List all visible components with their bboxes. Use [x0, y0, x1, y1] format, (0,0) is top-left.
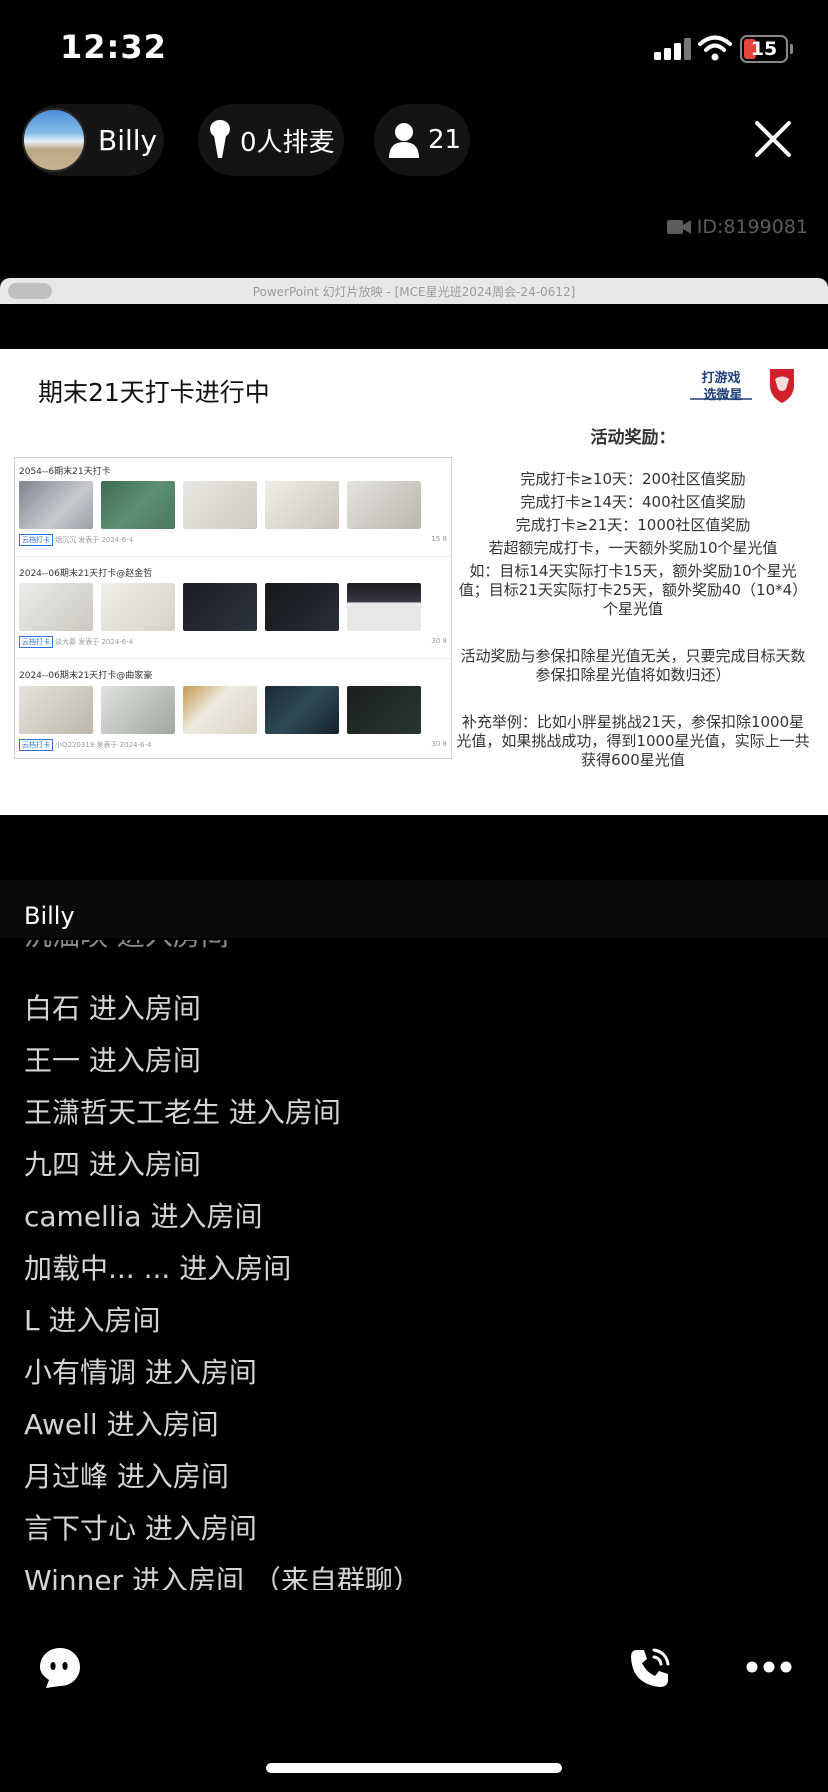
list-item: 加载中... ... 进入房间: [24, 1252, 292, 1285]
group-tag: 云档打卡: [19, 534, 53, 546]
thumbnail: [101, 481, 175, 529]
thumbnail: [183, 481, 257, 529]
reward-rules: 活动奖励： 完成打卡≥10天：200社区值奖励 完成打卡≥14天：400社区值奖…: [456, 429, 810, 770]
reward-line: 完成打卡≥21天：1000社区值奖励: [515, 516, 751, 534]
room-id-text: ID:8199081: [696, 216, 808, 238]
ppt-window-title: PowerPoint 幻灯片放映 - [MCE星光班2024周会-24-0612…: [252, 285, 576, 299]
thumbnail: [265, 583, 339, 631]
group-stats: 30 8: [431, 637, 447, 645]
phone-call-icon[interactable]: [628, 1646, 672, 1690]
checkin-screenshots: 2054--6期末21天打卡 云档打卡 烟沉沉 发表于 2024-6-4 15 …: [14, 457, 452, 759]
list-item: 九四 进入房间: [24, 1148, 201, 1181]
more-dots-icon[interactable]: [746, 1660, 792, 1674]
list-item: L 进入房间: [24, 1304, 161, 1337]
reward-supplement: 补充举例：比如小胖星挑战21天，参保扣除1000星光值，如果挑战成功，得到100…: [456, 713, 810, 769]
list-item: 白石 进入房间: [24, 992, 201, 1025]
list-item: Winner 进入房间 （来自群聊）: [24, 1564, 421, 1590]
reward-line: 若超额完成打卡，一天额外奖励10个星光值: [488, 539, 778, 557]
mic-queue-button[interactable]: 0人排麦: [198, 104, 344, 176]
reward-note: 活动奖励与参保扣除星光值无关，只要完成目标天数参保扣除星光值将如数归还）: [460, 647, 806, 684]
battery-level: 15: [750, 38, 778, 60]
slide-title: 期末21天打卡进行中: [38, 378, 270, 407]
status-time: 12:32: [60, 28, 167, 66]
list-item: 小有情调 进入房间: [24, 1356, 257, 1389]
thumbnail: [19, 481, 93, 529]
list-item: Awell 进入房间: [24, 1408, 219, 1441]
group-title: 2024--06期末21天打卡@赵金哲: [19, 569, 153, 579]
home-indicator[interactable]: [266, 1763, 562, 1773]
chat-message-list[interactable]: 沉湎映 进入房间 白石 进入房间 王一 进入房间 王潇哲天工老生 进入房间 九四…: [0, 940, 828, 1590]
thumbnail: [183, 686, 257, 734]
svg-text:选微星: 选微星: [703, 387, 742, 403]
ppt-window-bar: PowerPoint 幻灯片放映 - [MCE星光班2024周会-24-0612…: [0, 278, 828, 304]
thumbnail: [19, 686, 93, 734]
chat-host-label: Billy: [24, 902, 75, 930]
reward-line: 完成打卡≥14天：400社区值奖励: [520, 493, 746, 511]
group-meta: 烟沉沉 发表于 2024-6-4: [55, 536, 134, 544]
reward-line: 完成打卡≥10天：200社区值奖励: [520, 470, 746, 488]
group-title: 2024--06期末21天打卡@曲家豪: [19, 671, 153, 681]
group-title: 2054--6期末21天打卡: [19, 467, 111, 477]
wifi-icon: [698, 35, 732, 61]
host-name: Billy: [98, 123, 158, 157]
thumbnail: [101, 583, 175, 631]
user-icon: [389, 123, 419, 158]
microphone-icon: [210, 120, 230, 158]
group-tag: 云档打卡: [19, 636, 53, 648]
thumbnail: [347, 583, 421, 631]
svg-text:打游戏: 打游戏: [701, 370, 740, 386]
group-tag: 云档打卡: [19, 739, 53, 751]
group-meta: 谈大慕 发表于 2024-6-4: [55, 638, 134, 646]
room-id: ID:8199081: [666, 216, 808, 238]
thumbnail: [183, 583, 257, 631]
shared-slide: 期末21天打卡进行中 打游戏 选微星 2054--6期末21天打卡 云档打卡 烟…: [0, 349, 828, 815]
thumbnail: [19, 583, 93, 631]
list-item: 言下寸心 进入房间: [24, 1512, 257, 1545]
list-item: 月过峰 进入房间: [24, 1460, 229, 1493]
chat-header: Billy: [0, 880, 828, 938]
thumbnail: [265, 481, 339, 529]
video-camera-icon: [666, 220, 691, 234]
list-item: 王一 进入房间: [24, 1044, 201, 1077]
battery-icon: 15: [740, 35, 788, 63]
msi-logo: 打游戏 选微星: [690, 367, 794, 403]
group-stats: 30 8: [431, 740, 447, 748]
thumbnail: [265, 686, 339, 734]
host-pill[interactable]: Billy: [22, 104, 164, 176]
group-meta: 小Q220319 发表于 2024-6-4: [55, 741, 152, 749]
list-item: 王潇哲天工老生 进入房间: [24, 1096, 341, 1129]
audience-button[interactable]: 21: [374, 104, 470, 176]
chat-bubble-icon[interactable]: [38, 1646, 82, 1690]
avatar[interactable]: [22, 108, 86, 172]
audience-count: 21: [428, 125, 462, 155]
thumbnail: [101, 686, 175, 734]
thumbnail: [347, 686, 421, 734]
reward-example: 如：目标14天实际打卡15天，额外奖励10个星光值；目标21天实际打卡25天，额…: [458, 562, 808, 618]
reward-heading: 活动奖励：: [590, 428, 676, 448]
mic-queue-label: 0人排麦: [240, 127, 335, 158]
close-icon[interactable]: [752, 118, 794, 160]
cellular-signal-icon: [654, 38, 694, 60]
thumbnail: [347, 481, 421, 529]
group-stats: 15 8: [431, 535, 447, 543]
list-item: camellia 进入房间: [24, 1200, 263, 1233]
list-item: 沉湎映 进入房间: [24, 940, 229, 954]
